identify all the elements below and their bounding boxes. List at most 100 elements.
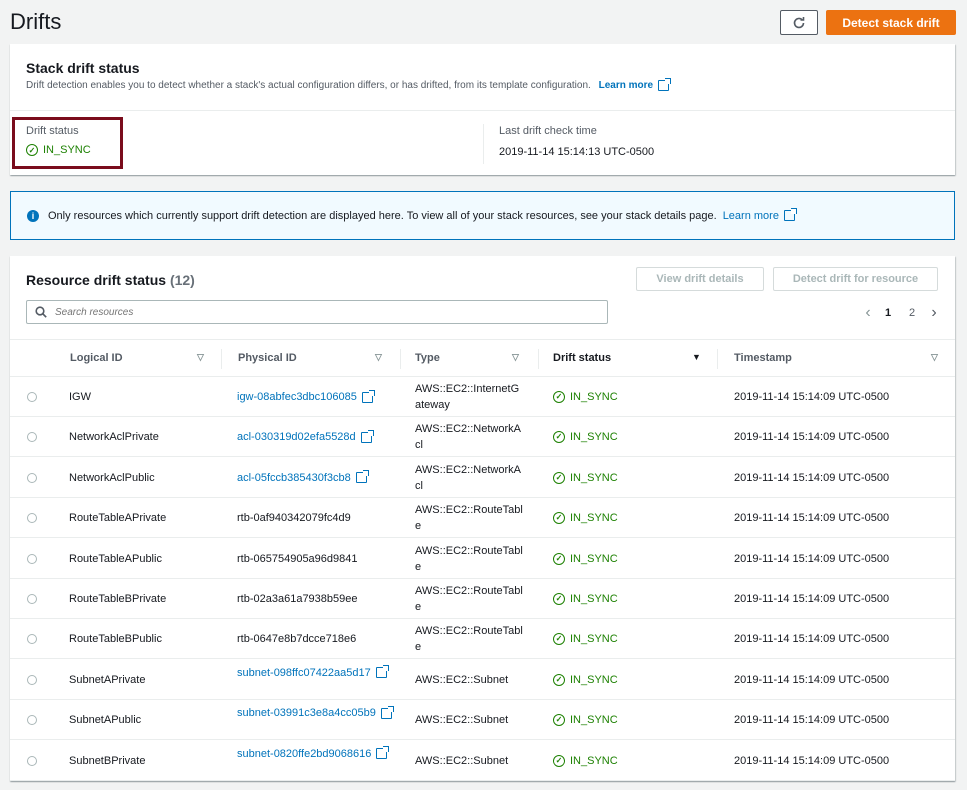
table-header: Logical ID ▽ Physical ID ▽ Type ▽ Drift sta… (10, 339, 955, 377)
physical-id-cell: subnet-098ffc07422aa5d17 (237, 660, 397, 700)
timestamp: 2019-11-14 15:14:09 UTC-0500 (734, 431, 890, 444)
column-divider (221, 349, 222, 369)
row-radio[interactable] (27, 432, 37, 443)
drift-status-cell: ✓ IN_SYNC (553, 498, 703, 538)
external-link-icon (375, 665, 389, 679)
table-row[interactable]: SubnetBPrivate subnet-0820ffe2bd9068616 … (10, 741, 955, 781)
physical-id-cell: subnet-03991c3e8a4cc05b9 (237, 700, 397, 740)
sort-icon: ▽ (375, 352, 382, 362)
timestamp: 2019-11-14 15:14:09 UTC-0500 (734, 391, 890, 403)
check-circle-icon: ✓ (553, 552, 565, 565)
detect-stack-drift-button[interactable]: Detect stack drift (826, 10, 956, 35)
timestamp: 2019-11-14 15:14:09 UTC-0500 (734, 754, 890, 767)
pagination: ‹ 1 2 › (858, 304, 942, 322)
check-circle-icon: ✓ (553, 391, 565, 403)
timestamp: 2019-11-14 15:14:09 UTC-0500 (734, 633, 890, 646)
drift-status: IN_SYNC (570, 754, 618, 767)
row-radio[interactable] (27, 634, 37, 645)
detect-drift-resource-button[interactable]: Detect drift for resource (773, 267, 938, 291)
table-row[interactable]: SubnetAPrivate subnet-098ffc07422aa5d17 … (10, 660, 955, 700)
drift-status-cell: ✓ IN_SYNC (553, 741, 703, 781)
info-text: Only resources which currently support d… (48, 209, 717, 222)
page-header: Drifts Detect stack drift (0, 0, 967, 44)
col-timestamp[interactable]: Timestamp ▽ (734, 340, 944, 376)
physical-id-link[interactable]: igw-08abfec3dbc106085 (237, 391, 357, 403)
physical-id-link[interactable]: acl-05fccb385430f3cb8 (237, 472, 351, 484)
physical-id-cell: igw-08abfec3dbc106085 (237, 377, 397, 417)
table-row[interactable]: RouteTableBPublic rtb-0647e8b7dcce718e6 … (10, 619, 955, 660)
row-radio[interactable] (27, 472, 37, 483)
resource-type: AWS::EC2::RouteTable (415, 544, 523, 573)
physical-id-link[interactable]: acl-030319d02efa5528d (237, 431, 356, 443)
panel-title: Stack drift status (26, 60, 140, 76)
check-circle-icon: ✓ (553, 714, 565, 727)
resource-type: AWS::EC2::RouteTable (415, 585, 523, 613)
drift-status: IN_SYNC (570, 471, 618, 484)
search-box[interactable] (26, 300, 608, 324)
table-row[interactable]: SubnetAPublic subnet-03991c3e8a4cc05b9 A… (10, 700, 955, 741)
check-circle-icon: ✓ (553, 431, 565, 444)
learn-more-link[interactable]: Learn more (599, 78, 672, 91)
resource-type: AWS::EC2::RouteTable (415, 504, 523, 533)
table-row[interactable]: RouteTableBPrivate rtb-02a3a61a7938b59ee… (10, 579, 955, 619)
physical-id-link[interactable]: subnet-0820ffe2bd9068616 (237, 748, 371, 760)
drift-status-cell: ✓ IN_SYNC (553, 417, 703, 457)
resource-count: (12) (169, 272, 195, 288)
row-radio[interactable] (27, 553, 37, 564)
physical-id-cell: rtb-02a3a61a7938b59ee (237, 579, 397, 619)
row-radio[interactable] (27, 755, 37, 766)
vertical-divider (483, 124, 484, 164)
search-input[interactable] (55, 306, 555, 318)
timestamp: 2019-11-14 15:14:09 UTC-0500 (734, 552, 890, 565)
physical-id: rtb-0af940342079fc4d9 (237, 512, 351, 525)
external-link-icon (355, 470, 369, 484)
external-link-icon (376, 746, 390, 760)
physical-id-cell: rtb-0647e8b7dcce718e6 (237, 619, 397, 659)
chevron-right-icon[interactable]: › (926, 304, 942, 322)
drift-status: IN_SYNC (570, 673, 618, 686)
drift-status: IN_SYNC (570, 552, 618, 565)
drift-status-cell: ✓ IN_SYNC (553, 458, 703, 498)
chevron-left-icon[interactable]: ‹ (858, 304, 878, 322)
row-radio[interactable] (27, 715, 37, 726)
timestamp: 2019-11-14 15:14:09 UTC-0500 (734, 714, 890, 727)
row-radio[interactable] (27, 674, 37, 685)
refresh-icon (793, 16, 805, 28)
page-2[interactable]: 2 (898, 307, 926, 319)
table-row[interactable]: RouteTableAPublic rtb-065754905a96d9841 … (10, 539, 955, 579)
table-row[interactable]: RouteTableAPrivate rtb-0af940342079fc4d9… (10, 498, 955, 539)
drift-status: IN_SYNC (570, 633, 618, 646)
col-physical-id[interactable]: Physical ID ▽ (238, 340, 388, 376)
logical-id: SubnetAPublic (69, 714, 142, 727)
table-row[interactable]: NetworkAclPublic acl-05fccb385430f3cb8 A… (10, 458, 955, 498)
drift-status-cell: ✓ IN_SYNC (553, 377, 703, 417)
check-circle-icon: ✓ (553, 593, 565, 605)
col-drift-status[interactable]: Drift status ▼ (553, 340, 703, 376)
col-type[interactable]: Type ▽ (415, 340, 525, 376)
sort-icon: ▽ (197, 352, 204, 362)
row-radio[interactable] (27, 392, 37, 402)
view-drift-details-button[interactable]: View drift details (636, 267, 764, 291)
page-1[interactable]: 1 (878, 307, 898, 319)
drift-status-cell: ✓ IN_SYNC (553, 619, 703, 659)
refresh-button[interactable] (780, 10, 818, 35)
drift-status: IN_SYNC (570, 391, 618, 403)
last-check-label: Last drift check time (499, 125, 597, 137)
external-link-icon (360, 429, 374, 443)
physical-id-cell: acl-05fccb385430f3cb8 (237, 458, 397, 498)
logical-id: NetworkAclPrivate (69, 431, 159, 444)
page-title: Drifts (10, 9, 62, 34)
check-circle-icon: ✓ (553, 471, 565, 484)
physical-id-link[interactable]: subnet-03991c3e8a4cc05b9 (237, 707, 376, 719)
row-radio[interactable] (27, 513, 37, 524)
table-row[interactable]: NetworkAclPrivate acl-030319d02efa5528d … (10, 417, 955, 458)
table-row[interactable]: IGW igw-08abfec3dbc106085 AWS::EC2::Inte… (10, 377, 955, 417)
row-radio[interactable] (27, 594, 37, 604)
external-link-icon (380, 705, 394, 719)
physical-id-link[interactable]: subnet-098ffc07422aa5d17 (237, 667, 371, 679)
panel-description: Drift detection enables you to detect wh… (26, 78, 672, 91)
resource-type: AWS::EC2::InternetGateway (415, 383, 520, 411)
info-learn-more-link[interactable]: Learn more (723, 208, 797, 222)
logical-id: RouteTableBPublic (69, 633, 162, 646)
col-logical-id[interactable]: Logical ID ▽ (70, 340, 210, 376)
